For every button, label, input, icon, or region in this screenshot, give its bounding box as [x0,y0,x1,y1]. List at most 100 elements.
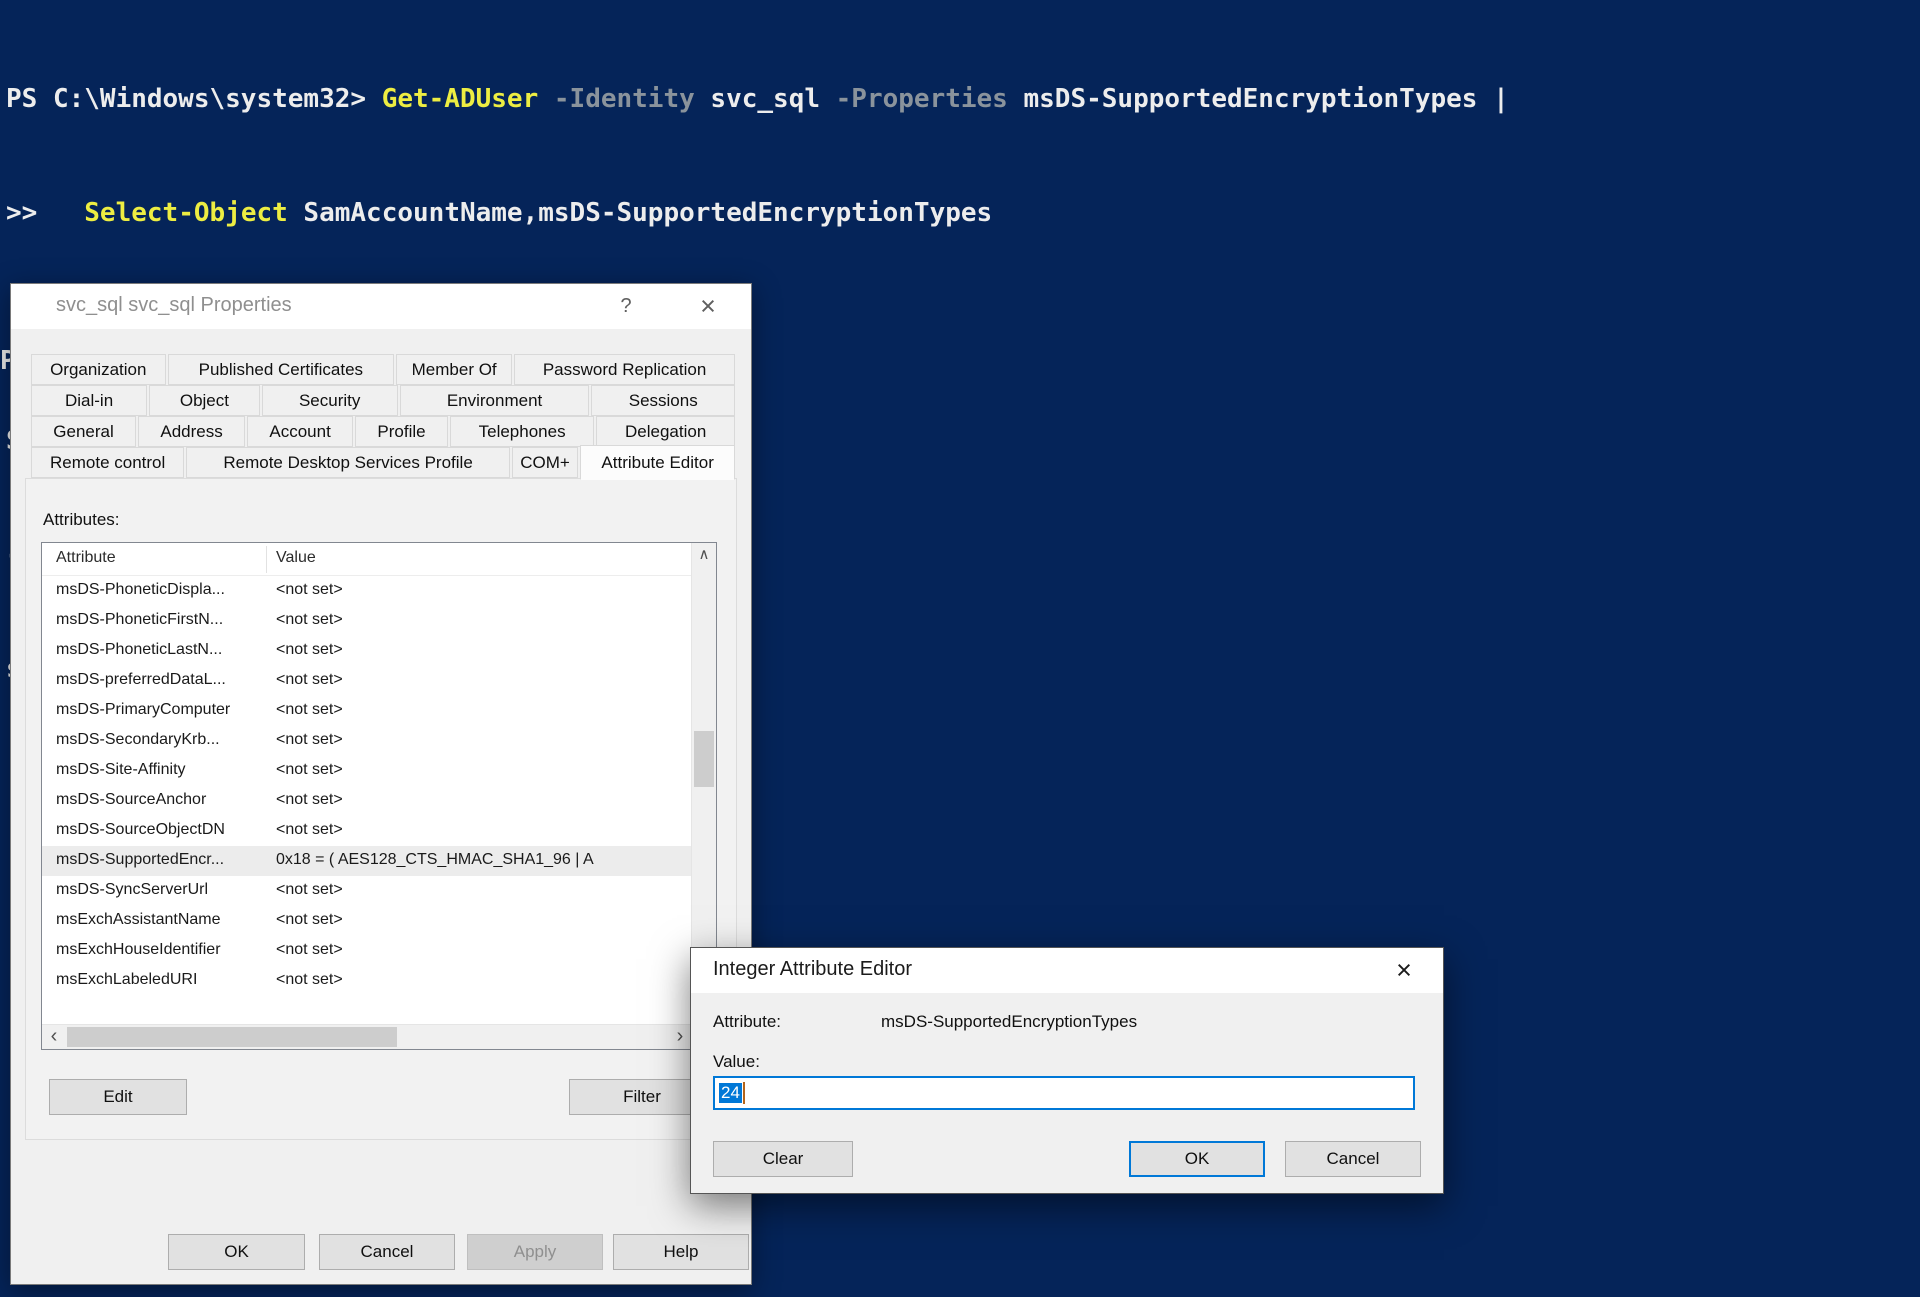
column-header-attribute[interactable]: Attribute [56,549,116,567]
attribute-row[interactable]: msDS-PhoneticFirstN... <not set> [42,606,691,636]
vertical-scroll-thumb[interactable] [694,731,714,787]
attribute-name: msDS-SupportedEncr... [56,851,224,869]
selected-input-text: 24 [719,1083,742,1103]
tab-account[interactable]: Account [247,416,353,447]
tab-telephones[interactable]: Telephones [450,416,594,447]
attribute-list-header[interactable]: Attribute Value [42,543,691,576]
tab-remote-desktop-services-profile[interactable]: Remote Desktop Services Profile [186,447,510,478]
tab-general[interactable]: General [31,416,136,447]
properties-title-bar[interactable]: svc_sql svc_sql Properties ? × [11,284,751,329]
attribute-row[interactable]: msDS-SupportedEncr...0x18 = ( AES128_CTS… [42,846,691,876]
attributes-label: Attributes: [43,510,120,530]
attribute-value: <not set> [276,731,689,749]
tab-dial-in[interactable]: Dial-in [31,385,147,416]
tab-sessions[interactable]: Sessions [591,385,735,416]
tab-object[interactable]: Object [149,385,260,416]
value-input[interactable]: 24 [713,1076,1415,1110]
cmdlet-text: Get-ADUser [382,84,539,114]
attribute-row[interactable]: msExchHouseIdentifier<not set> [42,936,691,966]
edit-button[interactable]: Edit [49,1079,187,1115]
attribute-name: msDS-PrimaryComputer [56,701,230,719]
clear-button[interactable]: Clear [713,1141,853,1177]
horizontal-scroll-thumb[interactable] [67,1027,397,1047]
attribute-value: <not set> [276,581,689,599]
attribute-row[interactable]: msDS-preferredDataL...<not set> [42,666,691,696]
attribute-value: <not set> [276,821,689,839]
value-label: Value: [713,1052,760,1072]
tab-published-certificates[interactable]: Published Certificates [168,354,395,385]
attribute-name: msDS-SourceObjectDN [56,821,225,839]
tab-profile[interactable]: Profile [355,416,448,447]
tab-row: Remote controlRemote Desktop Services Pr… [31,447,737,478]
argument-text: svc_sql [710,84,820,114]
text-caret [743,1082,745,1104]
tab-security[interactable]: Security [262,385,398,416]
tab-delegation[interactable]: Delegation [596,416,735,447]
integer-editor-title-bar[interactable]: Integer Attribute Editor × [691,948,1443,993]
cmdlet-text: Select-Object [84,198,288,228]
tab-attribute-editor[interactable]: Attribute Editor [580,445,735,480]
tab-strip: OrganizationPublished CertificatesMember… [31,354,737,478]
tab-remote-control[interactable]: Remote control [31,447,184,478]
scroll-left-icon[interactable]: ‹ [42,1025,66,1049]
column-header-value[interactable]: Value [276,549,316,567]
attribute-row[interactable]: msExchLabeledURI<not set> [42,966,691,996]
integer-editor-title: Integer Attribute Editor [713,958,912,981]
cancel-button[interactable]: Cancel [1285,1141,1421,1177]
horizontal-scrollbar[interactable]: ‹ › [42,1024,692,1049]
properties-dialog: svc_sql svc_sql Properties ? × Organizat… [10,283,752,1285]
parameter-text: -Identity [538,84,710,114]
scroll-up-icon[interactable]: ∧ [692,543,716,567]
attribute-value: <not set> [276,941,689,959]
attribute-row[interactable]: msDS-SyncServerUrl<not set> [42,876,691,906]
attribute-value: <not set> [276,701,689,719]
attribute-row[interactable]: msDS-SecondaryKrb...<not set> [42,726,691,756]
tab-password-replication[interactable]: Password Replication [514,354,735,385]
attribute-row[interactable]: msExchAssistantName<not set> [42,906,691,936]
attribute-value: <not set> [276,611,689,629]
attribute-name: msDS-PhoneticDispla... [56,581,225,599]
attribute-name-value: msDS-SupportedEncryptionTypes [881,1012,1137,1032]
scroll-right-icon[interactable]: › [668,1025,692,1049]
attribute-value: <not set> [276,791,689,809]
attribute-name: msExchAssistantName [56,911,221,929]
argument-text: msDS-SupportedEncryptionTypes | [1024,84,1509,114]
close-icon[interactable]: × [683,284,733,329]
attribute-value: <not set> [276,761,689,779]
properties-dialog-title: svc_sql svc_sql Properties [56,294,292,317]
terminal-command-line-1: PS C:\Windows\system32> Get-ADUser -Iden… [6,80,1509,118]
attribute-label: Attribute: [713,1012,781,1032]
apply-button: Apply [467,1234,603,1270]
powershell-window: PS C:\Windows\system32> Get-ADUser -Iden… [0,0,1920,1297]
tab-member-of[interactable]: Member Of [396,354,512,385]
tab-com-[interactable]: COM+ [512,447,578,478]
attribute-row[interactable]: msDS-PhoneticDispla... <not set> [42,576,691,606]
ok-button[interactable]: OK [1129,1141,1265,1177]
attribute-name: msDS-SyncServerUrl [56,881,208,899]
tab-address[interactable]: Address [138,416,245,447]
attribute-name: msDS-PhoneticLastN... [56,641,222,659]
argument-text: SamAccountName,msDS-SupportedEncryptionT… [288,198,992,228]
terminal-command-line-2: >> Select-Object SamAccountName,msDS-Sup… [6,194,1509,232]
help-icon[interactable]: ? [601,284,651,329]
attribute-value: <not set> [276,971,689,989]
prompt-text: PS C:\Windows\system32> [6,84,382,114]
tab-organization[interactable]: Organization [31,354,166,385]
help-button[interactable]: Help [613,1234,749,1270]
attribute-row[interactable]: msDS-SourceObjectDN <not set> [42,816,691,846]
attribute-rows: msDS-PhoneticDispla...<not set>msDS-Phon… [42,576,691,996]
close-icon[interactable]: × [1379,948,1429,993]
attribute-row[interactable]: msDS-PhoneticLastN... <not set> [42,636,691,666]
tab-row: Dial-inObjectSecurityEnvironmentSessions [31,385,737,416]
attribute-name: msDS-PhoneticFirstN... [56,611,223,629]
attribute-row[interactable]: msDS-PrimaryComputer <not set> [42,696,691,726]
attribute-row[interactable]: msDS-SourceAnchor<not set> [42,786,691,816]
tab-environment[interactable]: Environment [400,385,590,416]
ok-button[interactable]: OK [168,1234,305,1270]
cancel-button[interactable]: Cancel [319,1234,455,1270]
column-divider[interactable] [266,546,267,573]
attribute-list: Attribute Value msDS-PhoneticDispla... <n… [41,542,717,1050]
tab-row: OrganizationPublished CertificatesMember… [31,354,737,385]
attribute-value: <not set> [276,641,689,659]
attribute-row[interactable]: msDS-Site-Affinity<not set> [42,756,691,786]
